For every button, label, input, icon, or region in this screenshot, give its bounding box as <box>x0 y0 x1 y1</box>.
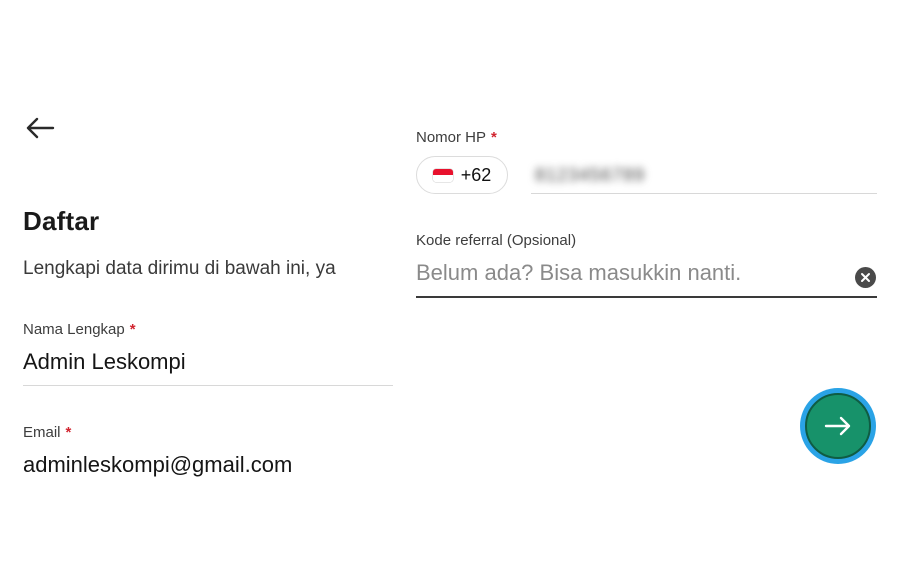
full-name-underline <box>23 385 393 386</box>
back-button[interactable] <box>22 112 58 144</box>
close-icon <box>861 273 870 282</box>
phone-label: Nomor HP * <box>416 129 497 146</box>
email-field[interactable]: adminleskompi@gmail.com <box>23 452 292 478</box>
referral-field[interactable]: Belum ada? Bisa masukkin nanti. <box>416 257 846 289</box>
page-title: Daftar <box>23 206 100 236</box>
full-name-label: Nama Lengkap * <box>23 321 136 338</box>
required-mark: * <box>491 129 497 146</box>
required-mark: * <box>65 424 72 441</box>
page-subtitle: Lengkapi data dirimu di bawah ini, ya <box>23 258 336 279</box>
next-button[interactable] <box>800 388 876 464</box>
full-name-field[interactable]: Admin Leskompi <box>23 349 186 375</box>
required-mark: * <box>129 321 136 338</box>
clear-referral-button[interactable] <box>855 267 876 288</box>
email-label: Email * <box>23 424 71 441</box>
country-code-selector[interactable]: +62 <box>416 156 508 194</box>
referral-label: Kode referral (Opsional) <box>416 232 577 249</box>
phone-underline <box>531 193 877 194</box>
full-name-label-text: Nama Lengkap <box>23 321 125 338</box>
arrow-left-icon <box>26 117 55 139</box>
register-page: Daftar Lengkapi data dirimu di bawah ini… <box>0 0 900 582</box>
email-label-text: Email <box>23 424 61 441</box>
phone-field[interactable]: 8123456789 <box>531 158 877 192</box>
next-button-inner <box>805 393 871 459</box>
arrow-right-icon <box>824 416 851 436</box>
referral-underline <box>416 296 877 298</box>
indonesia-flag-icon <box>432 168 453 182</box>
country-code: +62 <box>460 164 492 185</box>
phone-label-text: Nomor HP <box>416 129 487 146</box>
